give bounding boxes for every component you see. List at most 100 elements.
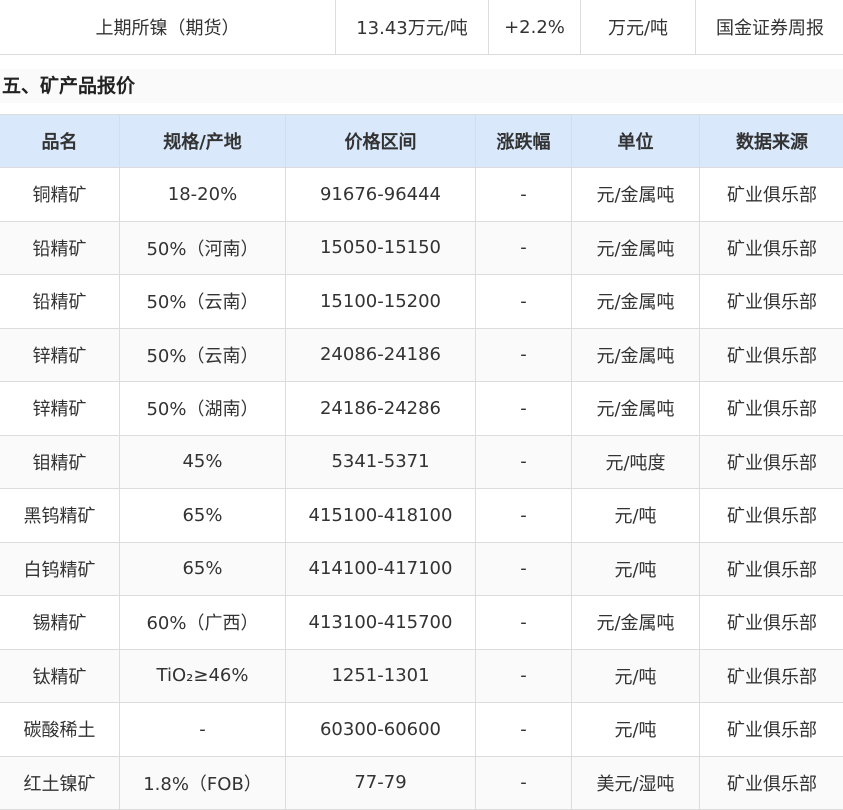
cell-change: +2.2% [488,0,581,55]
cell-change: - [475,381,572,436]
cell-product: 锡精矿 [0,595,120,650]
header-unit: 单位 [571,114,700,168]
cell-source: 矿业俱乐部 [699,541,843,596]
cell-unit: 元/吨度 [571,434,700,489]
cell-change: - [475,648,572,703]
cell-price-range: 15050-15150 [285,220,476,275]
cell-unit: 元/金属吨 [571,595,700,650]
mineral-price-table: 品名 规格/产地 价格区间 涨跌幅 单位 数据来源 铜精矿 18-20% 916… [0,114,843,810]
cell-unit: 元/吨 [571,702,700,757]
header-change: 涨跌幅 [475,114,572,168]
table-row: 黑钨精矿 65% 415100-418100 - 元/吨 矿业俱乐部 [0,488,843,543]
cell-source: 矿业俱乐部 [699,327,843,382]
cell-spec: TiO₂≥46% [119,648,286,703]
cell-spec: 50%（云南） [119,274,286,329]
cell-price-range: 5341-5371 [285,434,476,489]
cell-spec: 18-20% [119,167,286,222]
cell-source: 矿业俱乐部 [699,488,843,543]
cell-change: - [475,702,572,757]
table-row: 锌精矿 50%（云南） 24086-24186 - 元/金属吨 矿业俱乐部 [0,327,843,382]
cell-source: 国金证券周报 [695,0,843,55]
cell-source: 矿业俱乐部 [699,434,843,489]
cell-unit: 元/吨 [571,541,700,596]
cell-price-range: 15100-15200 [285,274,476,329]
cell-price-range: 415100-418100 [285,488,476,543]
table-row: 红土镍矿 1.8%（FOB） 77-79 - 美元/湿吨 矿业俱乐部 [0,755,843,810]
cell-unit: 元/金属吨 [571,274,700,329]
cell-source: 矿业俱乐部 [699,648,843,703]
header-price-range: 价格区间 [285,114,476,168]
cell-spec: 50%（湖南） [119,381,286,436]
cell-price-range: 77-79 [285,755,476,810]
table-row: 锌精矿 50%（湖南） 24186-24286 - 元/金属吨 矿业俱乐部 [0,381,843,436]
table-row: 白钨精矿 65% 414100-417100 - 元/吨 矿业俱乐部 [0,541,843,596]
cell-product: 碳酸稀土 [0,702,120,757]
cell-spec: 50%（云南） [119,327,286,382]
table-row: 上期所镍（期货） 13.43万元/吨 +2.2% 万元/吨 国金证券周报 [0,0,843,55]
cell-product: 钼精矿 [0,434,120,489]
cell-change: - [475,220,572,275]
cell-spec: 65% [119,488,286,543]
table-row: 碳酸稀土 - 60300-60600 - 元/吨 矿业俱乐部 [0,702,843,757]
cell-spec: 65% [119,541,286,596]
cell-product: 铅精矿 [0,274,120,329]
cell-unit: 元/金属吨 [571,327,700,382]
table-row: 钼精矿 45% 5341-5371 - 元/吨度 矿业俱乐部 [0,434,843,489]
cell-unit: 元/吨 [571,488,700,543]
cell-price-range: 24186-24286 [285,381,476,436]
cell-product: 钛精矿 [0,648,120,703]
cell-product: 铜精矿 [0,167,120,222]
cell-price: 13.43万元/吨 [335,0,489,55]
cell-source: 矿业俱乐部 [699,220,843,275]
cell-change: - [475,755,572,810]
cell-price-range: 60300-60600 [285,702,476,757]
cell-source: 矿业俱乐部 [699,595,843,650]
cell-unit: 元/金属吨 [571,167,700,222]
cell-price-range: 413100-415700 [285,595,476,650]
cell-product: 白钨精矿 [0,541,120,596]
cell-product: 红土镍矿 [0,755,120,810]
cell-product: 黑钨精矿 [0,488,120,543]
cell-price-range: 24086-24186 [285,327,476,382]
cell-change: - [475,327,572,382]
cell-price-range: 414100-417100 [285,541,476,596]
table-row: 锡精矿 60%（广西） 413100-415700 - 元/金属吨 矿业俱乐部 [0,595,843,650]
header-source: 数据来源 [699,114,843,168]
table-row: 铅精矿 50%（云南） 15100-15200 - 元/金属吨 矿业俱乐部 [0,274,843,329]
cell-source: 矿业俱乐部 [699,702,843,757]
cell-change: - [475,167,572,222]
header-spec: 规格/产地 [119,114,286,168]
cell-change: - [475,595,572,650]
cell-spec: 1.8%（FOB） [119,755,286,810]
cell-source: 矿业俱乐部 [699,274,843,329]
table-row: 铅精矿 50%（河南） 15050-15150 - 元/金属吨 矿业俱乐部 [0,220,843,275]
cell-product: 锌精矿 [0,381,120,436]
cell-change: - [475,541,572,596]
cell-price-range: 91676-96444 [285,167,476,222]
cell-price-range: 1251-1301 [285,648,476,703]
cell-name: 上期所镍（期货） [0,0,336,55]
cell-spec: - [119,702,286,757]
cell-unit: 美元/湿吨 [571,755,700,810]
cell-unit: 元/吨 [571,648,700,703]
cell-source: 矿业俱乐部 [699,381,843,436]
table-row: 铜精矿 18-20% 91676-96444 - 元/金属吨 矿业俱乐部 [0,167,843,222]
cell-source: 矿业俱乐部 [699,755,843,810]
cell-unit: 元/金属吨 [571,381,700,436]
cell-product: 锌精矿 [0,327,120,382]
cell-change: - [475,274,572,329]
cell-spec: 60%（广西） [119,595,286,650]
previous-table-last-row: 上期所镍（期货） 13.43万元/吨 +2.2% 万元/吨 国金证券周报 [0,0,843,55]
cell-change: - [475,434,572,489]
cell-product: 铅精矿 [0,220,120,275]
cell-source: 矿业俱乐部 [699,167,843,222]
cell-unit: 元/金属吨 [571,220,700,275]
section-title: 五、矿产品报价 [0,69,843,103]
table-row: 钛精矿 TiO₂≥46% 1251-1301 - 元/吨 矿业俱乐部 [0,648,843,703]
table-header-row: 品名 规格/产地 价格区间 涨跌幅 单位 数据来源 [0,114,843,168]
cell-spec: 45% [119,434,286,489]
header-product: 品名 [0,114,120,168]
cell-unit: 万元/吨 [580,0,696,55]
cell-change: - [475,488,572,543]
cell-spec: 50%（河南） [119,220,286,275]
